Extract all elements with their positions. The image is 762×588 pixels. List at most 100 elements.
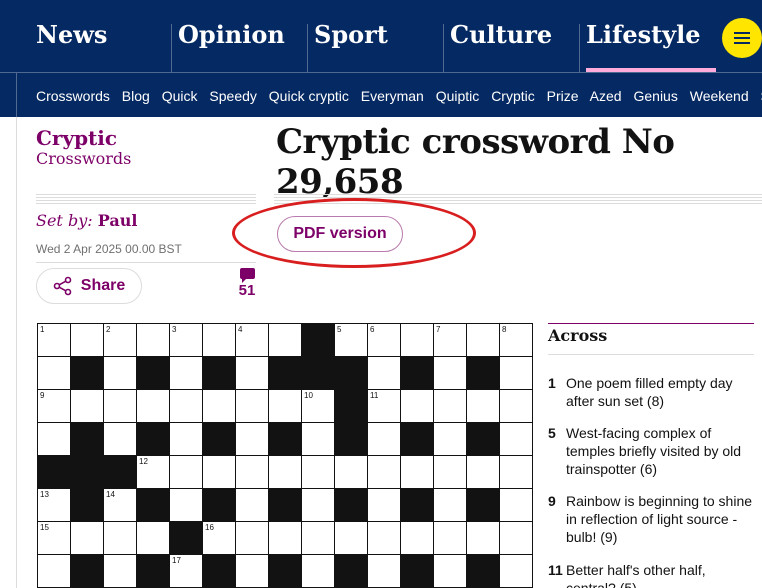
grid-cell[interactable] [236, 456, 269, 489]
grid-cell[interactable] [236, 489, 269, 522]
grid-cell[interactable] [467, 456, 500, 489]
setter-name[interactable]: Paul [98, 211, 138, 230]
grid-cell[interactable] [368, 555, 401, 588]
grid-cell[interactable] [467, 324, 500, 357]
grid-cell[interactable]: 9 [38, 390, 71, 423]
clue-item[interactable]: 5 West-facing complex of temples briefly… [548, 424, 758, 478]
grid-cell[interactable] [137, 522, 170, 555]
grid-cell[interactable] [71, 390, 104, 423]
grid-cell[interactable] [500, 522, 533, 555]
grid-cell[interactable] [104, 390, 137, 423]
grid-cell[interactable] [269, 390, 302, 423]
grid-cell[interactable] [137, 324, 170, 357]
clue-item[interactable]: 1 One poem filled empty day after sun se… [548, 374, 758, 410]
grid-cell[interactable] [434, 489, 467, 522]
grid-cell[interactable] [236, 390, 269, 423]
grid-cell[interactable]: 16 [203, 522, 236, 555]
grid-cell[interactable]: 10 [302, 390, 335, 423]
grid-cell[interactable] [434, 555, 467, 588]
share-button[interactable]: Share [36, 268, 142, 304]
grid-cell[interactable] [368, 489, 401, 522]
grid-cell[interactable]: 7 [434, 324, 467, 357]
grid-cell[interactable] [170, 456, 203, 489]
grid-cell[interactable] [500, 555, 533, 588]
grid-cell[interactable] [269, 456, 302, 489]
grid-cell[interactable]: 8 [500, 324, 533, 357]
grid-cell[interactable] [269, 522, 302, 555]
grid-cell[interactable] [203, 456, 236, 489]
grid-cell[interactable]: 5 [335, 324, 368, 357]
grid-cell[interactable] [302, 423, 335, 456]
grid-cell[interactable] [137, 390, 170, 423]
grid-cell[interactable] [434, 357, 467, 390]
grid-cell[interactable] [170, 423, 203, 456]
menu-button[interactable] [722, 18, 762, 58]
subnav-item-blog[interactable]: Blog [122, 88, 150, 104]
grid-cell[interactable]: 6 [368, 324, 401, 357]
series-title[interactable]: Cryptic [36, 126, 117, 150]
grid-cell[interactable] [104, 423, 137, 456]
subnav-item-crosswords[interactable]: Crosswords [36, 88, 110, 104]
grid-cell[interactable] [302, 522, 335, 555]
grid-cell[interactable] [467, 390, 500, 423]
grid-cell[interactable]: 2 [104, 324, 137, 357]
grid-cell[interactable] [38, 555, 71, 588]
grid-cell[interactable] [71, 324, 104, 357]
grid-cell[interactable] [401, 324, 434, 357]
grid-cell[interactable]: 11 [368, 390, 401, 423]
grid-cell[interactable] [203, 390, 236, 423]
grid-cell[interactable] [401, 522, 434, 555]
grid-cell[interactable] [302, 456, 335, 489]
grid-cell[interactable] [368, 357, 401, 390]
subnav-item-prize[interactable]: Prize [547, 88, 579, 104]
grid-cell[interactable] [500, 456, 533, 489]
subnav-item-weekend[interactable]: Weekend [690, 88, 749, 104]
subnav-item-cryptic[interactable]: Cryptic [491, 88, 535, 104]
subnav-item-quick-cryptic[interactable]: Quick cryptic [269, 88, 349, 104]
clue-item[interactable]: 9 Rainbow is beginning to shine in refle… [548, 492, 758, 546]
grid-cell[interactable] [500, 357, 533, 390]
grid-cell[interactable]: 12 [137, 456, 170, 489]
grid-cell[interactable] [434, 456, 467, 489]
nav-pillar-sport[interactable]: Sport [308, 0, 388, 72]
subnav-item-speedy[interactable]: Speedy [209, 88, 256, 104]
grid-cell[interactable] [236, 423, 269, 456]
grid-cell[interactable] [104, 555, 137, 588]
grid-cell[interactable]: 3 [170, 324, 203, 357]
subnav-item-azed[interactable]: Azed [590, 88, 622, 104]
subnav-item-quiptic[interactable]: Quiptic [436, 88, 480, 104]
grid-cell[interactable] [368, 522, 401, 555]
nav-pillar-culture[interactable]: Culture [444, 0, 552, 72]
grid-cell[interactable] [335, 522, 368, 555]
nav-pillar-lifestyle[interactable]: Lifestyle [580, 0, 701, 72]
grid-cell[interactable] [302, 489, 335, 522]
grid-cell[interactable] [434, 522, 467, 555]
series-subtitle[interactable]: Crosswords [36, 149, 131, 168]
grid-cell[interactable] [236, 522, 269, 555]
grid-cell[interactable] [434, 390, 467, 423]
grid-cell[interactable]: 14 [104, 489, 137, 522]
grid-cell[interactable] [170, 357, 203, 390]
comment-count-link[interactable]: 51 [234, 266, 260, 299]
clue-item[interactable]: 11 Better half's other half, central? (5… [548, 561, 758, 588]
grid-cell[interactable] [269, 324, 302, 357]
grid-cell[interactable] [104, 522, 137, 555]
grid-cell[interactable] [71, 522, 104, 555]
grid-cell[interactable] [500, 489, 533, 522]
grid-cell[interactable] [368, 456, 401, 489]
grid-cell[interactable] [203, 324, 236, 357]
grid-cell[interactable] [434, 423, 467, 456]
nav-pillar-opinion[interactable]: Opinion [172, 0, 285, 72]
grid-cell[interactable] [236, 357, 269, 390]
nav-pillar-news[interactable]: News [30, 0, 107, 72]
grid-cell[interactable] [335, 456, 368, 489]
grid-cell[interactable]: 4 [236, 324, 269, 357]
grid-cell[interactable] [500, 423, 533, 456]
grid-cell[interactable] [170, 390, 203, 423]
grid-cell[interactable] [500, 390, 533, 423]
grid-cell[interactable] [236, 555, 269, 588]
grid-cell[interactable]: 1 [38, 324, 71, 357]
grid-cell[interactable] [38, 423, 71, 456]
subnav-item-everyman[interactable]: Everyman [361, 88, 424, 104]
grid-cell[interactable] [104, 357, 137, 390]
